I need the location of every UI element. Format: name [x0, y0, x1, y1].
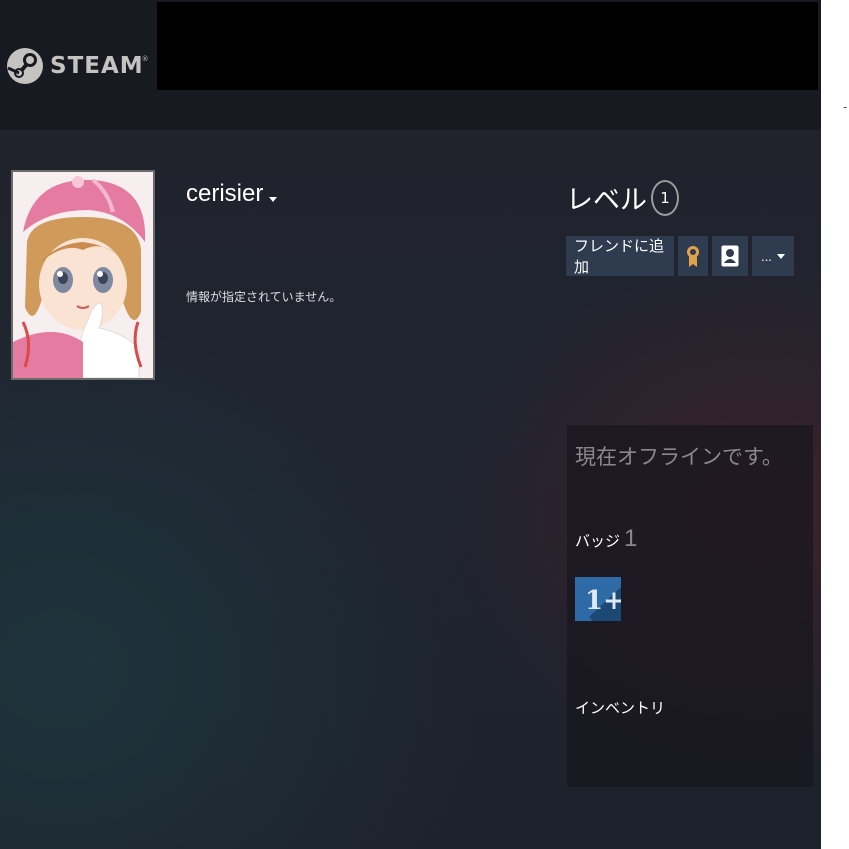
chevron-down-icon [776, 253, 785, 259]
award-icon [687, 246, 699, 267]
level-badge[interactable]: 1 [651, 179, 679, 216]
badges-header[interactable]: バッジ 1 [575, 525, 637, 553]
avatar [13, 172, 153, 378]
steam-logo-icon [7, 48, 43, 84]
online-status: 現在オフラインです。 [575, 446, 783, 469]
persona-name[interactable]: cerisier [186, 180, 278, 208]
profile-card-icon [721, 245, 739, 267]
badge-tile[interactable]: 1+ [575, 577, 621, 621]
profile-right-panel: 現在オフラインです。 バッジ 1 1+ インベントリ [567, 425, 813, 787]
chevron-down-icon [269, 196, 278, 202]
inventory-link[interactable]: インベントリ [575, 697, 665, 718]
profile-level: レベル 1 [566, 178, 679, 217]
avatar-frame[interactable] [11, 170, 155, 380]
profile-actions: フレンドに追加 ... [566, 236, 794, 276]
top-header: STEAM ® [0, 0, 821, 130]
side-mark: - [843, 100, 848, 114]
profile-summary: 情報が指定されていません。 [186, 290, 342, 304]
badge-tile-label: 1+ [585, 586, 621, 616]
badges-label: バッジ [575, 532, 621, 550]
steam-logo[interactable]: STEAM ® [6, 36, 150, 96]
header-banner [157, 2, 818, 90]
more-label: ... [761, 248, 772, 264]
profile-card-button[interactable] [712, 236, 748, 276]
award-button[interactable] [678, 236, 708, 276]
level-label: レベル [566, 185, 647, 215]
add-friend-button[interactable]: フレンドに追加 [566, 236, 674, 276]
badges-count: 1 [624, 525, 638, 552]
steam-profile-page: STEAM ® - cerisier 情報が指定されていません。 レベル 1 フ… [0, 0, 849, 849]
username: cerisier [186, 180, 264, 207]
steam-logo-text: STEAM ® [50, 53, 150, 79]
more-button[interactable]: ... [752, 236, 794, 276]
